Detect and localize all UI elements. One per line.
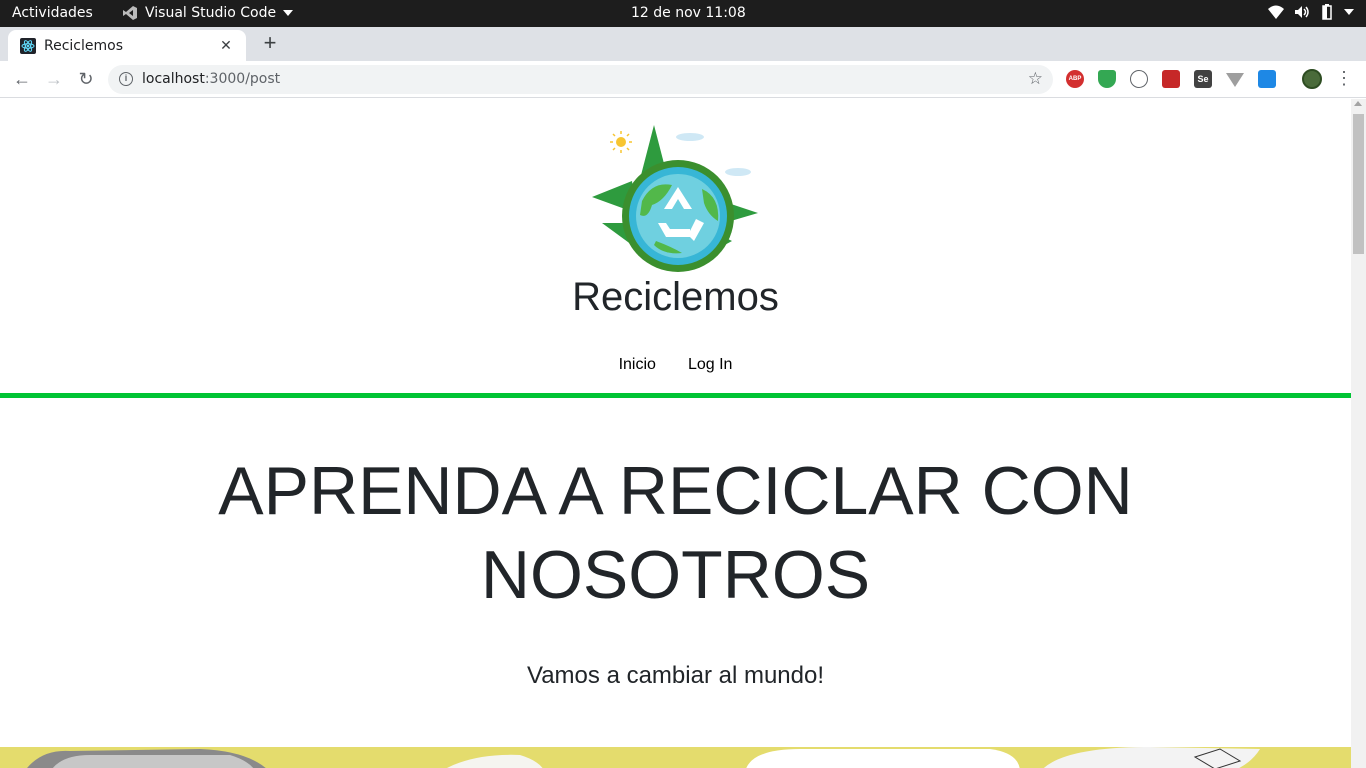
url-path: :3000/post — [204, 71, 281, 87]
reload-icon[interactable]: ↻ — [75, 68, 97, 90]
chevron-down-icon — [283, 10, 294, 16]
s-extension-icon[interactable] — [1258, 70, 1276, 88]
scrollbar-thumb[interactable] — [1353, 114, 1364, 254]
address-bar[interactable]: i localhost:3000/post ☆ — [108, 65, 1053, 94]
tab-reciclemos[interactable]: Reciclemos ✕ — [8, 30, 246, 61]
hero-title: APRENDA A RECICLAR CON NOSOTROS — [218, 453, 1133, 613]
chevron-down-icon — [1344, 9, 1354, 15]
app-name: Visual Studio Code — [145, 5, 277, 21]
devtools-extension-icon[interactable] — [1130, 70, 1148, 88]
app-menu[interactable]: Visual Studio Code — [122, 5, 294, 21]
wifi-icon — [1268, 5, 1284, 19]
clock[interactable]: 12 de nov 11:08 — [631, 5, 746, 21]
react-favicon-icon — [20, 37, 36, 54]
close-tab-icon[interactable]: ✕ — [218, 37, 234, 54]
shield-extension-icon[interactable] — [1098, 70, 1116, 88]
volume-icon — [1295, 6, 1309, 18]
profile-avatar[interactable] — [1302, 69, 1322, 89]
url-host: localhost — [142, 71, 205, 87]
main-nav: Inicio Log In — [0, 356, 1351, 374]
kebab-menu-icon[interactable]: ⋮ — [1335, 68, 1353, 89]
battery-icon — [1322, 4, 1332, 20]
hero-subtitle: Vamos a cambiar al mundo! — [526, 662, 825, 689]
web-page: Reciclemos Inicio Log In APRENDA A RECIC… — [0, 99, 1351, 768]
hero-banner-image — [0, 747, 1351, 768]
back-icon[interactable]: ← — [11, 68, 33, 90]
adblock-extension-icon[interactable]: ABP — [1066, 70, 1084, 88]
bookmark-star-icon[interactable]: ☆ — [1028, 69, 1043, 89]
browser-toolbar: ← → ↻ i localhost:3000/post ☆ ABP Se ⋮ — [0, 61, 1366, 98]
system-top-bar: Actividades Visual Studio Code 12 de nov… — [0, 0, 1366, 27]
system-tray[interactable] — [1268, 4, 1354, 20]
site-title: Reciclemos — [572, 275, 779, 319]
recycle-earth-logo — [592, 125, 758, 272]
activities-button[interactable]: Actividades — [12, 5, 93, 21]
forward-icon[interactable]: → — [43, 68, 65, 90]
selenium-extension-icon[interactable]: Se — [1194, 70, 1212, 88]
tab-title: Reciclemos — [44, 37, 123, 54]
vue-extension-icon[interactable] — [1226, 73, 1244, 87]
new-tab-button[interactable]: + — [259, 32, 281, 54]
vscode-icon — [123, 6, 137, 20]
site-info-icon[interactable]: i — [119, 72, 133, 86]
tab-strip: Reciclemos ✕ + — [0, 27, 1366, 61]
red-extension-icon[interactable] — [1162, 70, 1180, 88]
url-text[interactable]: localhost:3000/post — [142, 71, 280, 87]
accent-divider — [0, 393, 1351, 398]
page-scrollbar[interactable] — [1351, 99, 1366, 768]
nav-link-inicio[interactable]: Inicio — [615, 356, 660, 374]
scroll-up-icon[interactable] — [1354, 101, 1362, 106]
nav-link-login[interactable]: Log In — [684, 356, 736, 374]
